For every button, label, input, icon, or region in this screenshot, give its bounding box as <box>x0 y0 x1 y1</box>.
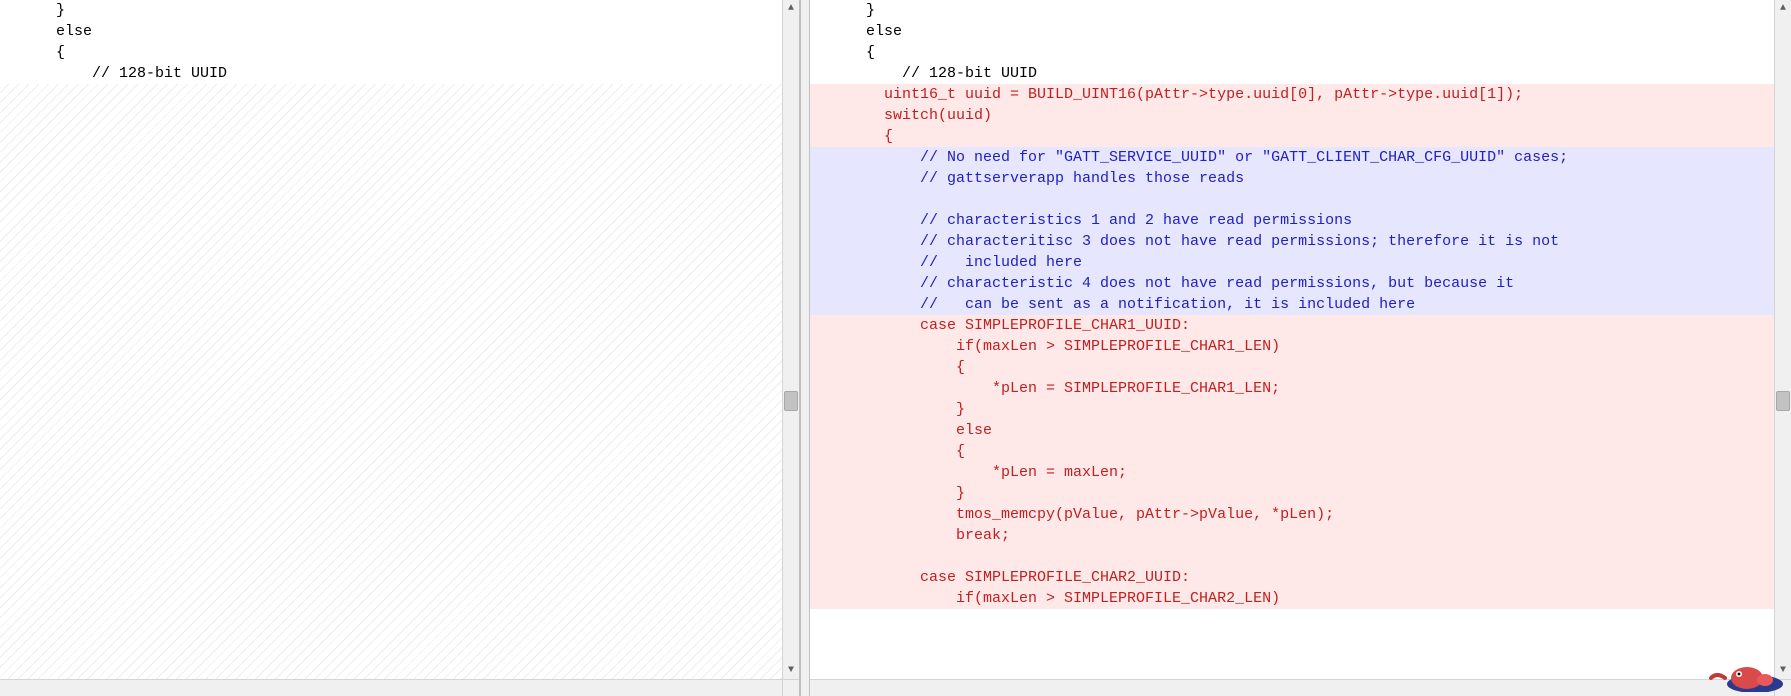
pane-splitter[interactable] <box>800 0 810 696</box>
code-line[interactable]: { <box>810 441 1774 462</box>
code-line[interactable]: break; <box>810 525 1774 546</box>
scroll-track[interactable] <box>784 17 798 662</box>
scroll-down-icon[interactable]: ▼ <box>783 662 799 679</box>
code-line[interactable]: else <box>810 420 1774 441</box>
code-line[interactable]: } <box>810 483 1774 504</box>
code-line[interactable]: *pLen = maxLen; <box>810 462 1774 483</box>
code-line[interactable]: // can be sent as a notification, it is … <box>810 294 1774 315</box>
code-line[interactable]: } <box>810 0 1774 21</box>
code-line[interactable]: } <box>810 399 1774 420</box>
scroll-up-icon[interactable]: ▲ <box>1775 0 1791 17</box>
code-line[interactable]: switch(uuid) <box>810 105 1774 126</box>
right-code-area[interactable]: } else { // 128-bit UUID uint16_t uuid =… <box>810 0 1774 679</box>
code-line[interactable]: tmos_memcpy(pValue, pAttr->pValue, *pLen… <box>810 504 1774 525</box>
scroll-up-icon[interactable]: ▲ <box>783 0 799 17</box>
code-line[interactable]: if(maxLen > SIMPLEPROFILE_CHAR1_LEN) <box>810 336 1774 357</box>
code-line[interactable]: { <box>0 42 782 63</box>
code-line[interactable]: // characteristics 1 and 2 have read per… <box>810 210 1774 231</box>
left-pane: } else { // 128-bit UUID ▲ ▼ <box>0 0 800 696</box>
scroll-thumb[interactable] <box>784 391 798 411</box>
code-line[interactable]: { <box>810 126 1774 147</box>
scroll-track[interactable] <box>1776 17 1790 662</box>
code-line[interactable]: // included here <box>810 252 1774 273</box>
code-line[interactable]: } <box>0 0 782 21</box>
code-line[interactable]: // No need for "GATT_SERVICE_UUID" or "G… <box>810 147 1774 168</box>
diff-viewer: } else { // 128-bit UUID ▲ ▼ } else { //… <box>0 0 1791 696</box>
code-line[interactable]: // 128-bit UUID <box>810 63 1774 84</box>
scroll-thumb[interactable] <box>1776 391 1790 411</box>
code-line[interactable]: case SIMPLEPROFILE_CHAR2_UUID: <box>810 567 1774 588</box>
right-pane: } else { // 128-bit UUID uint16_t uuid =… <box>810 0 1791 696</box>
code-line[interactable]: // gattserverapp handles those reads <box>810 168 1774 189</box>
code-line[interactable]: uint16_t uuid = BUILD_UINT16(pAttr->type… <box>810 84 1774 105</box>
left-missing-hatch <box>0 84 782 679</box>
code-line[interactable]: if(maxLen > SIMPLEPROFILE_CHAR2_LEN) <box>810 588 1774 609</box>
code-line[interactable]: { <box>810 357 1774 378</box>
code-line[interactable]: // 128-bit UUID <box>0 63 782 84</box>
code-line[interactable] <box>810 189 1774 210</box>
right-horizontal-scrollbar[interactable] <box>810 679 1774 696</box>
scroll-corner <box>782 679 799 696</box>
code-line[interactable]: case SIMPLEPROFILE_CHAR1_UUID: <box>810 315 1774 336</box>
scroll-down-icon[interactable]: ▼ <box>1775 662 1791 679</box>
scroll-corner <box>1774 679 1791 696</box>
code-line[interactable]: *pLen = SIMPLEPROFILE_CHAR1_LEN; <box>810 378 1774 399</box>
code-line[interactable]: // characteritisc 3 does not have read p… <box>810 231 1774 252</box>
code-line[interactable]: else <box>810 21 1774 42</box>
left-vertical-scrollbar[interactable]: ▲ ▼ <box>782 0 799 679</box>
code-line[interactable]: else <box>0 21 782 42</box>
code-line[interactable]: // characteristic 4 does not have read p… <box>810 273 1774 294</box>
left-horizontal-scrollbar[interactable] <box>0 679 782 696</box>
right-vertical-scrollbar[interactable]: ▲ ▼ <box>1774 0 1791 679</box>
code-line[interactable]: { <box>810 42 1774 63</box>
code-line[interactable] <box>810 546 1774 567</box>
